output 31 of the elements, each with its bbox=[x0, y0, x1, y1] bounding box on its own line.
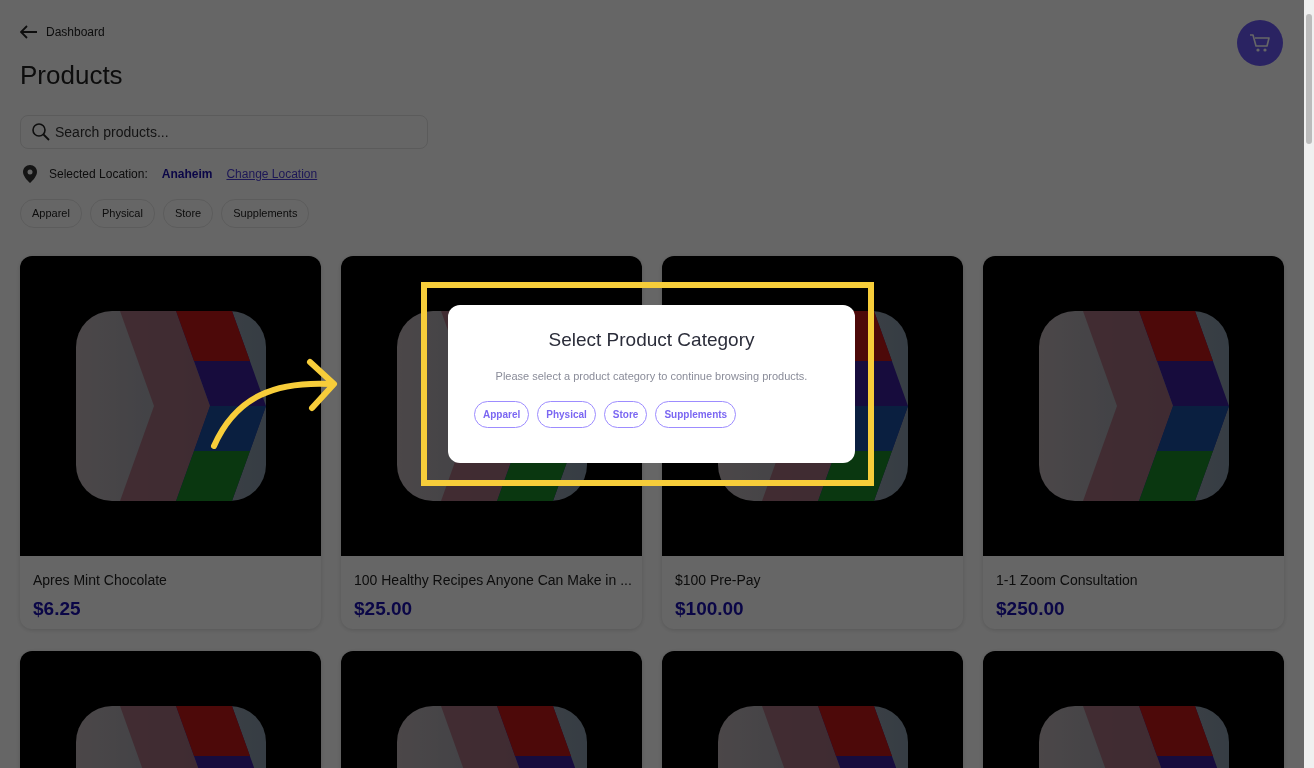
product-name: $100 Pre-Pay bbox=[675, 570, 762, 590]
product-name: Apres Mint Chocolate bbox=[33, 570, 168, 590]
product-card[interactable]: Apres Mint Chocolate $6.25 bbox=[20, 255, 321, 629]
back-link[interactable]: Dashboard bbox=[20, 23, 105, 41]
dialog-message: Please select a product category to continue browsing products. bbox=[494, 368, 809, 384]
product-price: $25.00 bbox=[354, 596, 414, 621]
filter-chip[interactable]: Physical bbox=[89, 199, 155, 228]
product-price: $250.00 bbox=[996, 596, 1066, 621]
change-location-link[interactable]: Change Location bbox=[226, 165, 318, 184]
dialog-title: Select Product Category bbox=[547, 329, 756, 352]
category-chip[interactable]: Physical bbox=[537, 401, 596, 429]
page-title: Products bbox=[20, 60, 124, 92]
cart-button[interactable] bbox=[1237, 20, 1283, 66]
filter-chip[interactable]: Store bbox=[162, 199, 214, 228]
product-name: 100 Healthy Recipes Anyone Can Make in ... bbox=[354, 570, 629, 590]
product-price: $6.25 bbox=[33, 596, 82, 621]
search-icon bbox=[31, 122, 51, 143]
cart-icon bbox=[1249, 32, 1271, 54]
search-field[interactable]: Search products... bbox=[20, 115, 428, 150]
product-name: 1-1 Zoom Consultation bbox=[996, 570, 1139, 590]
category-chip[interactable]: Store bbox=[603, 401, 648, 429]
product-price: $100.00 bbox=[675, 596, 745, 621]
filter-chip[interactable]: Apparel bbox=[20, 199, 82, 228]
product-card[interactable]: 1-1 Zoom Consultation $250.00 bbox=[983, 255, 1284, 629]
location-pin-icon bbox=[23, 165, 37, 184]
filter-chip[interactable]: Supplements bbox=[221, 199, 310, 228]
location-label: Selected Location: bbox=[49, 166, 148, 184]
back-arrow-icon bbox=[20, 25, 38, 39]
category-chip[interactable]: Apparel bbox=[474, 401, 530, 429]
category-chip[interactable]: Supplements bbox=[655, 401, 737, 429]
location-name: Anaheim bbox=[161, 166, 213, 184]
